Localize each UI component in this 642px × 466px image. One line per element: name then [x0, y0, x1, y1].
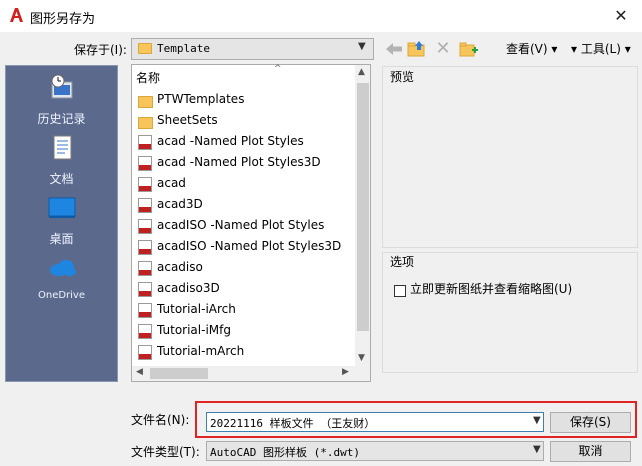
horizontal-scroll-thumb[interactable]: [150, 368, 208, 379]
file-name: acad -Named Plot Styles: [157, 134, 304, 148]
dwt-file-band: [139, 291, 151, 296]
filetype-label: 文件类型(T):: [131, 445, 200, 459]
place-label-onedrive[interactable]: OneDrive: [6, 290, 117, 301]
list-item[interactable]: acadISO -Named Plot Styles: [136, 216, 356, 237]
dwt-file-band: [139, 207, 151, 212]
file-name: Tutorial-iMfg: [157, 323, 231, 337]
file-name: acadiso3D: [157, 281, 220, 295]
vertical-scrollbar[interactable]: ▲ ▼: [355, 65, 370, 366]
file-list[interactable]: 名称 ^ PTWTemplates SheetSets acad -Named Pl…: [131, 64, 371, 382]
chevron-down-icon[interactable]: ▼: [358, 41, 366, 52]
chevron-down-icon[interactable]: ▼: [533, 444, 541, 455]
documents-icon[interactable]: [46, 132, 78, 164]
history-icon[interactable]: [46, 72, 78, 104]
file-name: Tutorial-iArch: [157, 302, 236, 316]
dwt-file-band: [139, 186, 151, 191]
dwt-file-icon: [138, 219, 152, 234]
file-name: acad -Named Plot Styles3D: [157, 155, 321, 169]
options-group: 选项 立即更新图纸并查看缩略图(U): [382, 252, 638, 373]
column-header-name[interactable]: 名称: [136, 69, 160, 86]
tools-menu[interactable]: ▾ 工具(L) ▾: [571, 40, 631, 57]
list-item[interactable]: acad3D: [136, 195, 356, 216]
new-folder-icon[interactable]: [458, 38, 480, 60]
save-in-value: Template: [157, 42, 210, 55]
file-name: PTWTemplates: [157, 92, 245, 106]
dwt-file-icon: [138, 240, 152, 255]
filename-label: 文件名(N):: [131, 413, 190, 427]
horizontal-scrollbar[interactable]: ◀ ▶: [132, 366, 370, 381]
folder-icon: [138, 117, 153, 129]
view-menu[interactable]: 查看(V) ▾: [506, 40, 557, 57]
dwt-file-band: [139, 354, 151, 359]
list-item[interactable]: acadISO -Named Plot Styles3D: [136, 237, 356, 258]
dwt-file-icon: [138, 261, 152, 276]
file-name: acadISO -Named Plot Styles: [157, 218, 325, 232]
sort-ascending-icon: ^: [274, 64, 282, 74]
list-item[interactable]: acad -Named Plot Styles: [136, 132, 356, 153]
update-thumbnail-label[interactable]: 立即更新图纸并查看缩略图(U): [410, 283, 580, 296]
dwt-file-band: [139, 333, 151, 338]
options-label: 选项: [390, 255, 415, 269]
place-label-desktop[interactable]: 桌面: [6, 230, 117, 247]
dwt-file-icon: [138, 324, 152, 339]
preview-group: 预览: [382, 66, 638, 248]
dwt-file-band: [139, 270, 151, 275]
place-label-history[interactable]: 历史记录: [6, 110, 117, 127]
vertical-scroll-thumb[interactable]: [357, 83, 369, 331]
up-folder-icon[interactable]: [406, 38, 428, 60]
onedrive-icon[interactable]: [46, 252, 78, 284]
file-name: acad: [157, 176, 186, 190]
save-in-label: 保存于(I):: [74, 43, 127, 57]
file-name: Tutorial-mArch: [157, 344, 245, 358]
title-bar: 图形另存为 ✕: [0, 0, 642, 32]
cancel-button[interactable]: 取消: [550, 441, 631, 462]
dwt-file-icon: [138, 156, 152, 171]
list-item[interactable]: acad: [136, 174, 356, 195]
list-item[interactable]: acadiso3D: [136, 279, 356, 300]
folder-icon: [138, 96, 153, 108]
autocad-a-icon: [10, 8, 23, 22]
scroll-up-icon[interactable]: ▲: [358, 67, 365, 77]
scroll-down-icon[interactable]: ▼: [358, 353, 365, 363]
delete-icon[interactable]: ✕: [432, 38, 454, 60]
save-in-dropdown[interactable]: Template ▼: [131, 38, 374, 60]
list-item[interactable]: PTWTemplates: [136, 90, 356, 111]
dwt-file-band: [139, 144, 151, 149]
annotation-highlight-box: [195, 401, 637, 438]
dwt-file-icon: [138, 303, 152, 318]
dwt-file-icon: [138, 177, 152, 192]
list-item[interactable]: acad -Named Plot Styles3D: [136, 153, 356, 174]
scroll-left-icon[interactable]: ◀: [136, 367, 143, 377]
scroll-right-icon[interactable]: ▶: [342, 367, 349, 377]
filetype-dropdown[interactable]: AutoCAD 图形样板 (*.dwt): [206, 441, 544, 461]
list-item[interactable]: acadiso: [136, 258, 356, 279]
folder-icon: [138, 43, 152, 54]
file-name: SheetSets: [157, 113, 218, 127]
file-name: acad3D: [157, 197, 203, 211]
close-button[interactable]: ✕: [606, 3, 636, 29]
preview-label: 预览: [390, 70, 415, 84]
update-thumbnail-checkbox[interactable]: [394, 285, 406, 297]
desktop-icon[interactable]: [46, 192, 78, 224]
place-label-documents[interactable]: 文档: [6, 170, 117, 187]
dwt-file-band: [139, 228, 151, 233]
dwt-file-band: [139, 249, 151, 254]
places-bar: 历史记录 文档 桌面 OneDrive: [5, 65, 118, 382]
dwt-file-icon: [138, 345, 152, 360]
file-name: acadiso: [157, 260, 203, 274]
list-item[interactable]: Tutorial-iMfg: [136, 321, 356, 342]
window-title: 图形另存为: [30, 12, 96, 27]
dwt-file-band: [139, 312, 151, 317]
list-item[interactable]: SheetSets: [136, 111, 356, 132]
list-item[interactable]: Tutorial-iArch: [136, 300, 356, 321]
dwt-file-band: [139, 165, 151, 170]
back-arrow-icon[interactable]: [383, 38, 405, 60]
dwt-file-icon: [138, 198, 152, 213]
dwt-file-icon: [138, 135, 152, 150]
dwt-file-icon: [138, 282, 152, 297]
list-item[interactable]: Tutorial-mArch: [136, 342, 356, 363]
file-name: acadISO -Named Plot Styles3D: [157, 239, 342, 253]
